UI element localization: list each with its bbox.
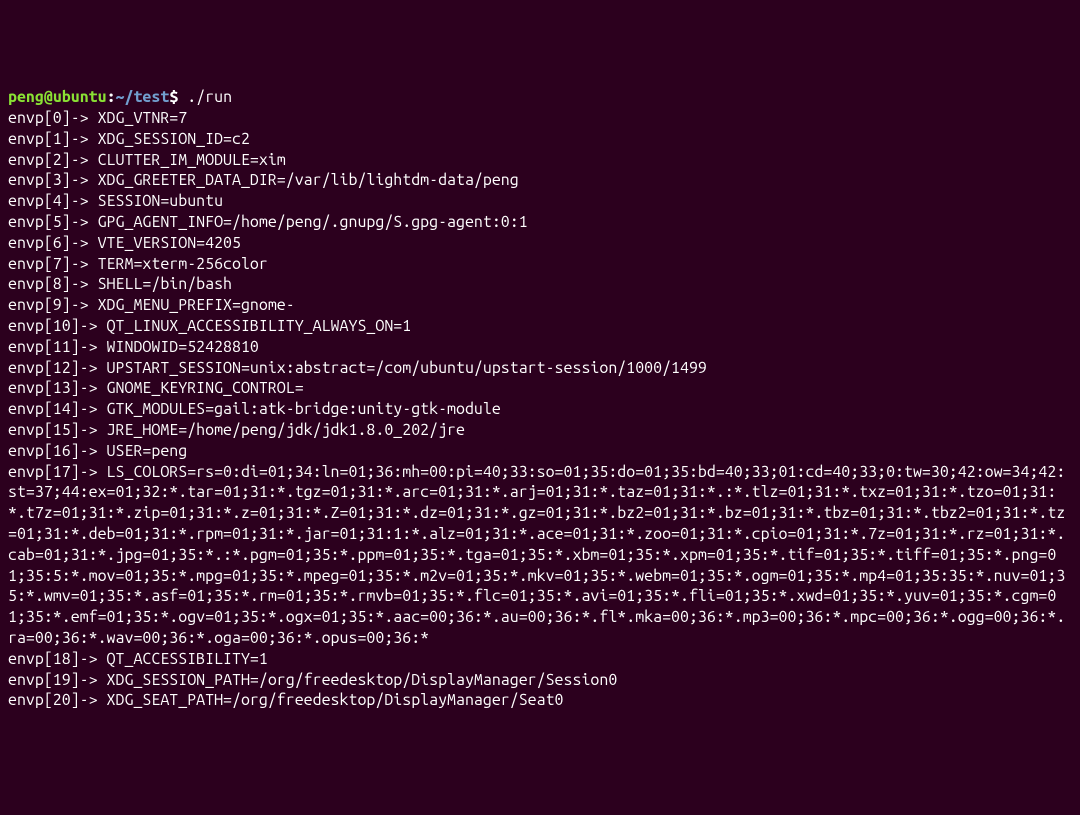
output-line: envp[8]-> SHELL=/bin/bash [8, 274, 1072, 295]
prompt-path: ~/test [116, 88, 170, 106]
output-line: envp[17]-> LS_COLORS=rs=0:di=01;34:ln=01… [8, 462, 1072, 649]
output-line: envp[18]-> QT_ACCESSIBILITY=1 [8, 649, 1072, 670]
output-line: envp[3]-> XDG_GREETER_DATA_DIR=/var/lib/… [8, 170, 1072, 191]
prompt-user: peng [8, 88, 44, 106]
terminal-container[interactable]: peng@ubuntu:~/test$ ./run envp[0]-> XDG_… [8, 87, 1072, 711]
prompt-colon: : [107, 88, 116, 106]
output-line: envp[0]-> XDG_VTNR=7 [8, 108, 1072, 129]
output-line: envp[20]-> XDG_SEAT_PATH=/org/freedeskto… [8, 690, 1072, 711]
prompt-host: ubuntu [53, 88, 107, 106]
prompt-dollar: $ [169, 88, 187, 106]
output-line: envp[2]-> CLUTTER_IM_MODULE=xim [8, 150, 1072, 171]
output-line: envp[19]-> XDG_SESSION_PATH=/org/freedes… [8, 670, 1072, 691]
output-line: envp[11]-> WINDOWID=52428810 [8, 337, 1072, 358]
output-line: envp[5]-> GPG_AGENT_INFO=/home/peng/.gnu… [8, 212, 1072, 233]
output-line: envp[4]-> SESSION=ubuntu [8, 191, 1072, 212]
output-line: envp[10]-> QT_LINUX_ACCESSIBILITY_ALWAYS… [8, 316, 1072, 337]
output-line: envp[12]-> UPSTART_SESSION=unix:abstract… [8, 358, 1072, 379]
output-line: envp[14]-> GTK_MODULES=gail:atk-bridge:u… [8, 399, 1072, 420]
output-line: envp[6]-> VTE_VERSION=4205 [8, 233, 1072, 254]
output-line: envp[15]-> JRE_HOME=/home/peng/jdk/jdk1.… [8, 420, 1072, 441]
output-line: envp[1]-> XDG_SESSION_ID=c2 [8, 129, 1072, 150]
output-line: envp[9]-> XDG_MENU_PREFIX=gnome- [8, 295, 1072, 316]
output-line: envp[13]-> GNOME_KEYRING_CONTROL= [8, 378, 1072, 399]
command-text: ./run [187, 88, 232, 106]
output-line: envp[16]-> USER=peng [8, 441, 1072, 462]
prompt-line: peng@ubuntu:~/test$ ./run [8, 88, 232, 106]
prompt-at: @ [44, 88, 53, 106]
output-line: envp[7]-> TERM=xterm-256color [8, 254, 1072, 275]
